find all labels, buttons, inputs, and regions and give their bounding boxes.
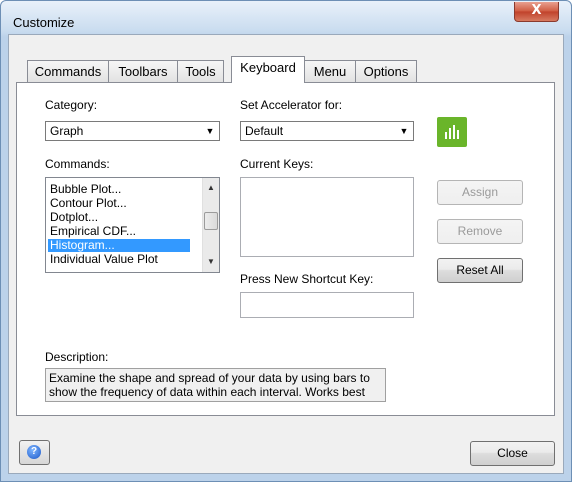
- tab-commands[interactable]: Commands: [27, 60, 109, 82]
- remove-button[interactable]: Remove: [437, 219, 523, 244]
- accelerator-dropdown[interactable]: Default ▼: [240, 121, 414, 141]
- description-label: Description:: [45, 350, 109, 364]
- commands-label: Commands:: [45, 157, 110, 171]
- window-close-button[interactable]: X: [514, 2, 559, 22]
- chevron-down-icon[interactable]: ▼: [203, 124, 217, 138]
- list-item[interactable]: Contour Plot...: [48, 197, 127, 210]
- chevron-down-icon[interactable]: ▼: [397, 124, 411, 138]
- commands-scrollbar[interactable]: ▲ ▼: [202, 178, 219, 272]
- bar-chart-icon: [437, 117, 467, 147]
- help-icon: ?: [27, 445, 41, 459]
- accelerator-value: Default: [245, 124, 284, 138]
- tab-menu[interactable]: Menu: [304, 60, 356, 82]
- help-button[interactable]: ?: [19, 440, 50, 465]
- list-item[interactable]: Empirical CDF...: [48, 225, 136, 238]
- category-dropdown[interactable]: Graph ▼: [45, 121, 220, 141]
- scroll-up-icon[interactable]: ▲: [203, 180, 219, 196]
- tab-tools[interactable]: Tools: [177, 60, 224, 82]
- reset-all-button[interactable]: Reset All: [437, 258, 523, 283]
- new-shortcut-label: Press New Shortcut Key:: [240, 272, 374, 286]
- tab-options[interactable]: Options: [355, 60, 417, 82]
- list-item[interactable]: Bubble Plot...: [48, 183, 121, 196]
- new-shortcut-input[interactable]: [240, 292, 414, 318]
- close-button[interactable]: Close: [470, 441, 555, 466]
- commands-list[interactable]: Bubble Plot... Contour Plot... Dotplot..…: [45, 177, 220, 273]
- description-text: Examine the shape and spread of your dat…: [45, 368, 386, 402]
- list-item[interactable]: Individual Value Plot: [48, 253, 158, 266]
- current-keys-label: Current Keys:: [240, 157, 314, 171]
- list-item-selected[interactable]: Histogram...: [48, 239, 190, 252]
- current-keys-list[interactable]: [240, 177, 414, 257]
- window-title: Customize: [13, 15, 75, 30]
- assign-button[interactable]: Assign: [437, 180, 523, 205]
- tab-keyboard[interactable]: Keyboard: [231, 56, 305, 83]
- accelerator-label: Set Accelerator for:: [240, 98, 343, 112]
- list-item[interactable]: Dotplot...: [48, 211, 98, 224]
- close-icon: X: [531, 3, 542, 18]
- scroll-down-icon[interactable]: ▼: [203, 254, 219, 270]
- category-value: Graph: [50, 124, 84, 138]
- scroll-thumb[interactable]: [204, 212, 218, 230]
- tab-toolbars[interactable]: Toolbars: [108, 60, 178, 82]
- category-label: Category:: [45, 98, 98, 112]
